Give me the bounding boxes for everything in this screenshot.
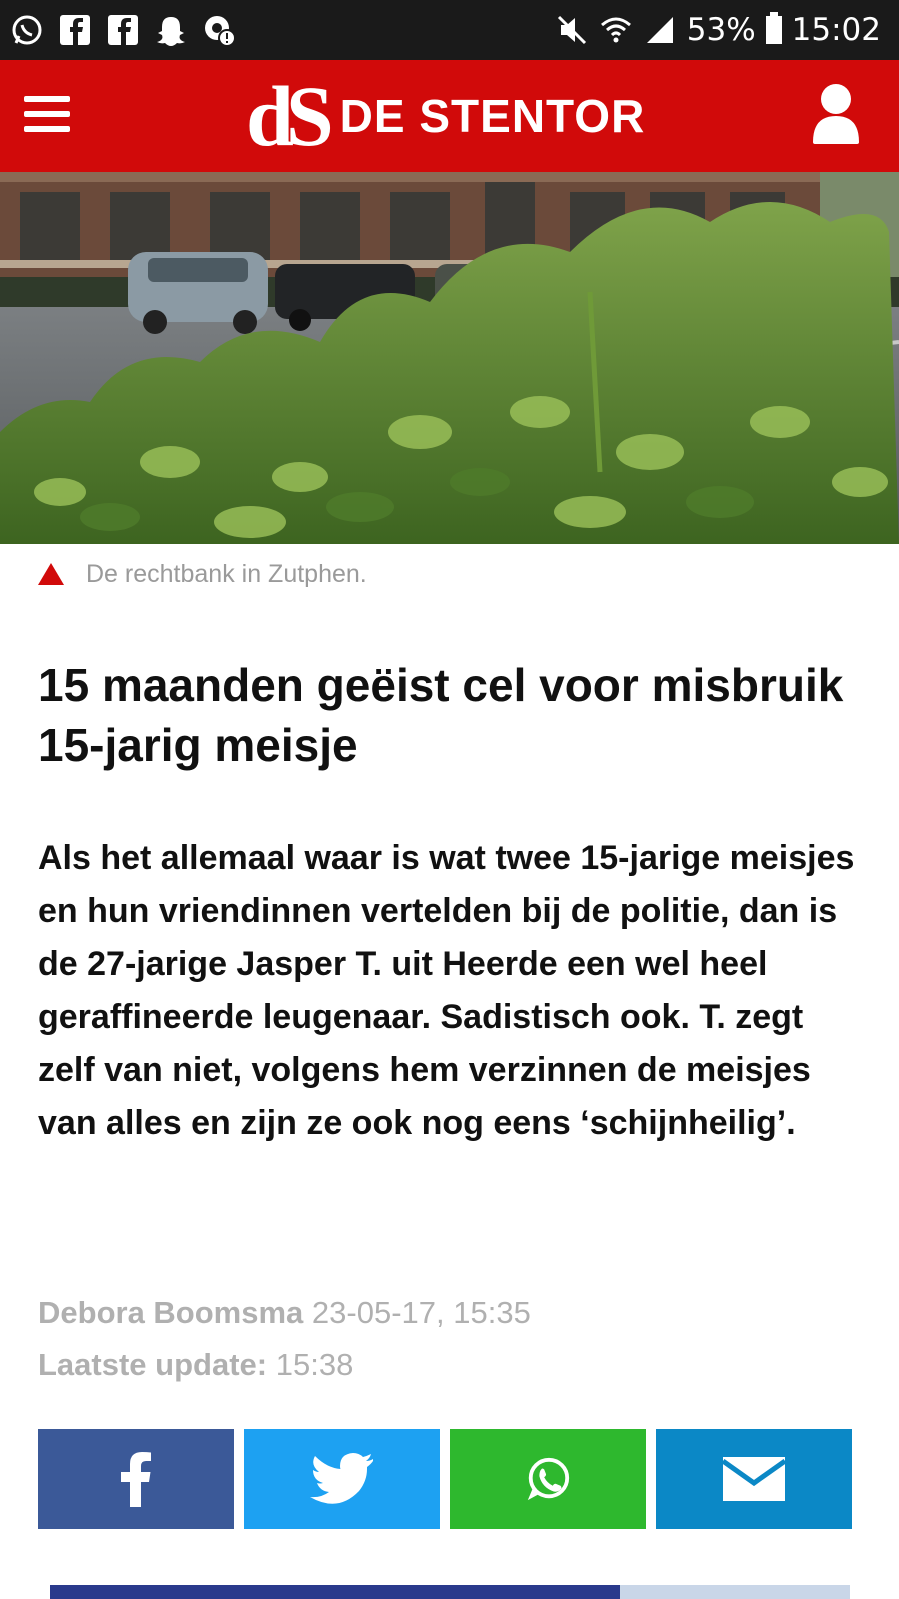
article-byline: Debora Boomsma 23-05-17, 15:35 Laatste u… (38, 1287, 868, 1391)
snapchat-icon (154, 13, 188, 47)
user-account-icon[interactable] (811, 82, 861, 144)
ad-banner-image (620, 1585, 850, 1599)
facebook-icon (121, 1452, 151, 1507)
app-header: dS DE STENTOR (0, 60, 899, 172)
facebook-icon (106, 13, 140, 47)
image-caption: De rechtbank in Zutphen. (38, 556, 367, 592)
system-status: 53% 15:02 (555, 8, 881, 52)
share-email-button[interactable] (656, 1429, 852, 1529)
mute-icon (555, 13, 589, 47)
logo-mark: dS (246, 68, 334, 164)
logo-text: DE STENTOR (339, 90, 646, 142)
site-logo[interactable]: dS DE STENTOR (246, 68, 646, 164)
status-bar: 53% 15:02 (0, 0, 899, 60)
wifi-icon (599, 13, 633, 47)
publish-date: 23-05-17, 15:35 (311, 1295, 531, 1330)
update-label: Laatste update: (38, 1347, 268, 1382)
mail-icon (723, 1457, 785, 1501)
battery-percentage: 53% (686, 12, 756, 48)
share-whatsapp-button[interactable] (450, 1429, 646, 1529)
article-headline: 15 maanden geëist cel voor misbruik 15-j… (38, 659, 844, 771)
chrome-alert-icon (202, 13, 236, 47)
caption-triangle-icon (38, 563, 64, 585)
article-hero-image (0, 172, 899, 544)
share-facebook-button[interactable] (38, 1429, 234, 1529)
update-time: 15:38 (275, 1347, 354, 1382)
share-bar (38, 1429, 852, 1529)
signal-icon (643, 13, 677, 47)
whatsapp-icon (10, 13, 44, 47)
whatsapp-icon (527, 1457, 570, 1501)
author-name[interactable]: Debora Boomsma (38, 1295, 303, 1330)
author-line: Debora Boomsma 23-05-17, 15:35 (38, 1287, 868, 1339)
twitter-icon (310, 1453, 373, 1504)
clock: 15:02 (791, 12, 881, 48)
article-intro: Als het allemaal waar is wat twee 15-jar… (38, 839, 855, 1142)
battery-icon (765, 12, 782, 44)
share-twitter-button[interactable] (244, 1429, 440, 1529)
hamburger-menu-icon[interactable] (24, 96, 70, 136)
update-line: Laatste update: 15:38 (38, 1339, 868, 1391)
facebook-icon (58, 13, 92, 47)
caption-text: De rechtbank in Zutphen. (86, 559, 367, 588)
notification-icons (10, 12, 236, 48)
ad-banner[interactable] (50, 1585, 850, 1599)
